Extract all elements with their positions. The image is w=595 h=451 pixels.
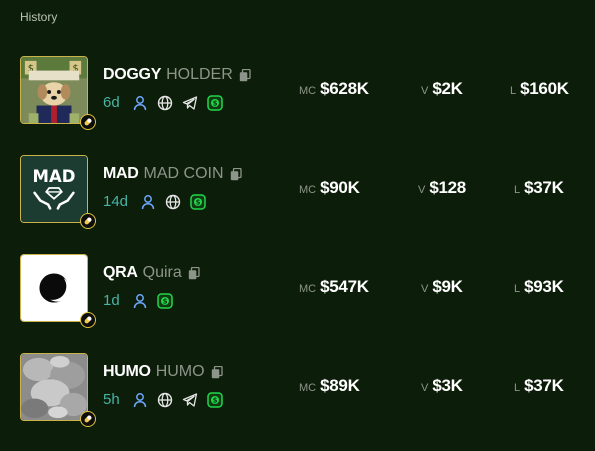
token-row[interactable]: MAD MAD MAD COIN 14d $ MC $90K V $128 L … — [0, 155, 595, 229]
liquidity: L $93K — [514, 277, 564, 296]
token-image[interactable] — [20, 353, 88, 421]
token-meta: 6d $ — [103, 94, 223, 111]
globe-icon[interactable] — [157, 95, 173, 111]
section-title: History — [20, 10, 58, 24]
token-age: 14d — [103, 193, 129, 210]
user-icon[interactable] — [132, 95, 148, 111]
market-cap: MC $89K — [299, 376, 360, 395]
token-name-line: HUMO HUMO — [103, 363, 223, 381]
copy-icon[interactable] — [239, 68, 251, 82]
copy-icon[interactable] — [211, 365, 223, 379]
token-name-line: DOGGY HOLDER — [103, 66, 251, 84]
token-ticker: HUMO — [103, 363, 151, 380]
liquidity-value: $160K — [520, 79, 569, 98]
market-cap-value: $547K — [320, 277, 369, 296]
volume: V $3K — [421, 376, 463, 395]
pill-badge-icon — [80, 114, 96, 130]
liquidity: L $37K — [514, 376, 564, 395]
token-name-line: MAD MAD COIN — [103, 165, 242, 183]
volume-value: $9K — [432, 277, 463, 296]
token-image[interactable] — [20, 254, 88, 322]
volume: V $128 — [418, 178, 466, 197]
user-icon[interactable] — [132, 293, 148, 309]
liquidity: L $160K — [510, 79, 569, 98]
svg-text:$: $ — [196, 198, 201, 206]
token-fullname: MAD COIN — [143, 165, 224, 182]
token-fullname: Quira — [142, 264, 182, 281]
market-cap: MC $547K — [299, 277, 369, 296]
token-row[interactable]: QRA Quira 1d $ MC $547K V $9K L $93K — [0, 254, 595, 328]
token-age: 1d — [103, 292, 120, 309]
telegram-icon[interactable] — [182, 95, 198, 111]
user-icon[interactable] — [132, 392, 148, 408]
user-icon[interactable] — [140, 194, 156, 210]
token-age: 5h — [103, 391, 120, 408]
dollar-icon[interactable]: $ — [206, 391, 223, 408]
market-cap-value: $90K — [320, 178, 360, 197]
dollar-icon[interactable]: $ — [206, 94, 223, 111]
copy-icon[interactable] — [188, 266, 200, 280]
volume-value: $2K — [432, 79, 463, 98]
token-ticker: QRA — [103, 264, 138, 281]
token-meta: 5h $ — [103, 391, 223, 408]
market-cap: MC $90K — [299, 178, 360, 197]
liquidity-value: $37K — [524, 376, 564, 395]
token-ticker: DOGGY — [103, 66, 162, 83]
market-cap-value: $628K — [320, 79, 369, 98]
token-ticker: MAD — [103, 165, 139, 182]
volume: V $9K — [421, 277, 463, 296]
volume: V $2K — [421, 79, 463, 98]
token-meta: 1d $ — [103, 292, 173, 309]
token-meta: 14d $ — [103, 193, 206, 210]
token-fullname: HOLDER — [166, 66, 233, 83]
history-panel: History $ $ DOGGY HOLDER 6d $ MC $628K V… — [0, 0, 595, 451]
pill-badge-icon — [80, 411, 96, 427]
dollar-icon[interactable]: $ — [156, 292, 173, 309]
dollar-icon[interactable]: $ — [190, 193, 206, 210]
telegram-icon[interactable] — [182, 392, 198, 408]
token-name-line: QRA Quira — [103, 264, 200, 282]
liquidity: L $37K — [514, 178, 564, 197]
market-cap-value: $89K — [320, 376, 360, 395]
svg-text:$: $ — [162, 297, 167, 305]
volume-value: $128 — [429, 178, 466, 197]
svg-text:$: $ — [212, 99, 217, 107]
liquidity-value: $37K — [524, 178, 564, 197]
token-row[interactable]: $ $ DOGGY HOLDER 6d $ MC $628K V $2K L $… — [0, 56, 595, 130]
pill-badge-icon — [80, 312, 96, 328]
liquidity-value: $93K — [524, 277, 564, 296]
token-row[interactable]: HUMO HUMO 5h $ MC $89K V $3K L $37K — [0, 353, 595, 427]
pill-badge-icon — [80, 213, 96, 229]
globe-icon[interactable] — [157, 392, 173, 408]
token-image[interactable]: MAD — [20, 155, 88, 223]
copy-icon[interactable] — [230, 167, 242, 181]
globe-icon[interactable] — [165, 194, 181, 210]
market-cap: MC $628K — [299, 79, 369, 98]
token-age: 6d — [103, 94, 120, 111]
token-fullname: HUMO — [155, 363, 205, 380]
volume-value: $3K — [432, 376, 463, 395]
mad-logo-text: MAD — [33, 167, 76, 186]
token-image[interactable]: $ $ — [20, 56, 88, 124]
svg-text:$: $ — [212, 396, 217, 404]
